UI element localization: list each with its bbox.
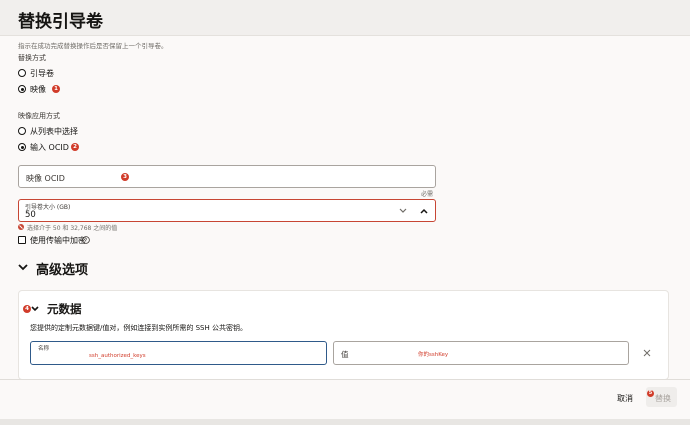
bottom-strip <box>0 419 690 425</box>
error-icon <box>18 224 24 230</box>
replace-method-label: 替换方式 <box>18 54 46 62</box>
metadata-name-input[interactable]: 名称 ssh_authorized_keys <box>30 341 327 365</box>
advanced-options-title[interactable]: 高级选项 <box>36 259 88 278</box>
chevron-up-icon[interactable] <box>420 208 428 214</box>
help-icon[interactable]: ? <box>82 236 90 244</box>
metadata-card: 4 元数据 您提供的定制元数据键/值对，例如连接到实例所需的 SSH 公共密钥。… <box>18 290 669 380</box>
advanced-collapse-chevron-icon[interactable] <box>18 264 28 271</box>
radio-select-from-list[interactable] <box>18 127 26 135</box>
metadata-description: 您提供的定制元数据键/值对，例如连接到实例所需的 SSH 公共密钥。 <box>30 324 247 332</box>
boot-volume-size-input[interactable]: 引导卷大小 (GB) 50 <box>18 199 436 222</box>
annotation-badge-2: 2 <box>71 143 79 151</box>
apply-method-label: 映像应用方式 <box>18 112 60 120</box>
annotation-badge-4: 4 <box>23 305 31 313</box>
metadata-name-value: ssh_authorized_keys <box>89 353 146 359</box>
remove-row-close-icon[interactable] <box>643 349 651 357</box>
boot-volume-size-value: 50 <box>25 210 36 220</box>
radio-image-label[interactable]: 映像 <box>30 84 46 95</box>
annotation-badge-1: 1 <box>52 85 60 93</box>
metadata-collapse-chevron-icon[interactable] <box>31 306 39 312</box>
image-ocid-placeholder: 映像 OCID <box>26 174 65 183</box>
encryption-label[interactable]: 使用传输中加密 <box>30 235 86 246</box>
annotation-badge-5: 5 <box>647 390 654 397</box>
chevron-down-icon[interactable] <box>399 208 407 214</box>
radio-enter-ocid-label[interactable]: 输入 OCID <box>30 142 69 153</box>
metadata-name-label: 名称 <box>38 346 50 352</box>
radio-boot-volume-label[interactable]: 引导卷 <box>30 68 54 79</box>
radio-boot-volume[interactable] <box>18 69 26 77</box>
metadata-title: 元数据 <box>47 302 82 316</box>
radio-select-from-list-label[interactable]: 从列表中选择 <box>30 126 78 137</box>
annotation-badge-3: 3 <box>121 173 129 181</box>
radio-enter-ocid[interactable] <box>18 143 26 151</box>
cancel-button[interactable]: 取消 <box>617 393 633 404</box>
metadata-value-input[interactable]: 值 你的sshKey <box>333 341 629 365</box>
replace-button-label: 替换 <box>655 394 671 403</box>
intro-hint: 指示在成功完成替换操作后是否保留上一个引导卷。 <box>18 42 168 50</box>
image-ocid-input[interactable]: 映像 OCID 3 <box>18 165 436 188</box>
metadata-value-value: 你的sshKey <box>418 352 449 358</box>
metadata-value-label: 值 <box>341 350 349 359</box>
encryption-checkbox[interactable] <box>18 236 26 244</box>
required-indicator: 必需 <box>421 191 434 198</box>
svg-text:?: ? <box>85 238 88 244</box>
page-title: 替换引导卷 <box>18 12 103 32</box>
radio-image[interactable] <box>18 85 26 93</box>
footer-bar <box>0 379 690 419</box>
panel-header: 替换引导卷 <box>0 0 690 36</box>
boot-volume-size-error: 选择介于 50 和 32,768 之间的值 <box>27 225 118 232</box>
